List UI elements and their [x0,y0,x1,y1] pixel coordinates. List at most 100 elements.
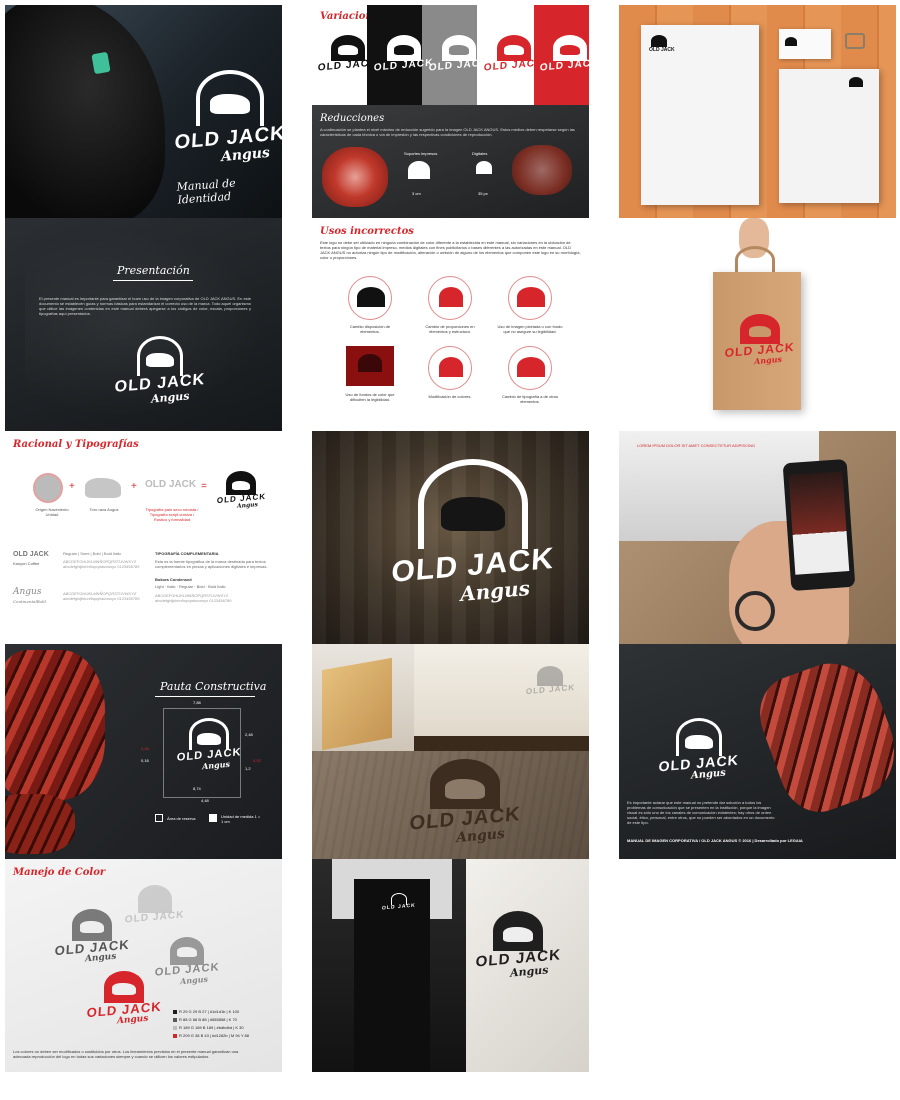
color-heading: Manejo de Color [13,867,106,878]
ear-tag [91,51,111,75]
legend-2: Unidad de medida 1 = 1 cm [221,814,261,824]
origin-circle [33,473,63,503]
measure-1: 7,88 [193,700,201,705]
business-card [779,29,831,59]
envelope [779,69,879,203]
equals: = [201,481,207,492]
construction-heading: Pauta Constructiva [160,680,267,693]
rationale-logo: OLD JACK Angus [217,471,266,510]
cloth-panel: OLD JACK Angus [466,859,589,1072]
comp-font: Bokora Condensed [155,577,192,582]
swatch-3: R 189 G 189 B 189 | #bdbdbd | K 30 [173,1025,244,1030]
apron-logo: OLD JACK [382,893,416,911]
construction-logo: OLD JACK Angus [176,718,242,771]
variation-logo-4: OLD JACK [483,35,544,74]
reductions-steak [322,147,388,207]
variation-logo-2: OLD JACK [373,35,434,74]
rationale-item-1: Origen Nacimiento Unidad [35,507,69,517]
legend-1: Área de reserva [167,816,196,821]
measure-6: 0,02 [253,758,261,763]
measure-4: 0,18 [141,758,149,763]
color-logo-gray-large: OLD JACK Angus [54,909,130,964]
bracelet [735,591,775,631]
bull-gray [85,478,121,498]
apron-panel: OLD JACK [312,859,466,1072]
reductions-steak-2 [512,145,572,195]
window-logo: OLD JACK Angus [390,459,555,606]
tablecloth-logo: OLD JACK [526,666,575,696]
steak-photo-2 [5,794,75,854]
incorrect-item-6 [508,346,552,390]
bag-logo: OLD JACK Angus [724,314,795,366]
stationery-panel: OLD JACK [619,5,896,218]
rationale-item-2: Toro raza Angus [89,507,119,512]
closing-logo: OLD JACK Angus [658,718,739,782]
plus-2: + [131,481,137,492]
swatch-4: R 209 G 38 B 43 | #d1262b | M 94 Y 88 [173,1033,249,1038]
phone-panel: LOREM IPSUM DOLOR SIT AMET CONSECTETUR A… [619,431,896,644]
presentation-heading: Presentación [117,264,190,277]
color-logo-light-1: OLD JACK [124,885,185,926]
variations-panel: Variaciones OLD JACK OLD JACK OLD JACK O… [312,5,589,105]
knifeblock-panel [312,644,414,751]
font2-name: ContinentalBold [13,599,46,604]
color-note: Los colores no deben ser modificados o s… [13,1049,239,1059]
cloth-logo: OLD JACK Angus [475,911,561,980]
steak-photo [5,650,105,800]
comp-heading: TIPOGRAFÍA COMPLEMENTARIA [155,551,219,556]
plus-1: + [69,481,75,492]
window-panel: OLD JACK Angus [312,431,589,644]
tablecloth-panel: OLD JACK [414,644,589,751]
cover-title: Manual de Identidad [176,176,237,207]
cover-logo: OLD JACK Angus [174,70,282,166]
smartphone [782,458,856,592]
measure-2: 2,48 [245,732,253,737]
print-label: Soportes impresos [404,151,438,156]
color-panel: Manejo de Color OLD JACK Angus OLD JACK … [5,859,282,1072]
print-size: 3 cm [412,191,421,196]
variation-logo-3: OLD JACK [428,35,489,74]
tablecloth-table [414,736,589,751]
digital-size: 35 px [478,191,488,196]
construction-panel: Pauta Constructiva OLD JACK Angus 7,88 2… [5,644,282,859]
bag-handle [735,246,775,274]
variation-logo-1: OLD JACK [317,35,378,74]
reductions-heading: Reducciones [320,113,385,124]
font1-name: OLD JACK [13,551,49,558]
phone-screen [788,471,850,575]
presentation-logo: OLD JACK Angus [114,336,206,406]
comp-body: Esta es la fuente tipográfica de la marc… [155,559,268,569]
bag-panel: OLD JACK Angus [619,218,896,431]
incorrect-item-1 [348,276,392,320]
font2-alphabet: ABCDEFGHIJKLMNÑOPQRSTUVWXYZ abcdefghijkl… [63,591,140,601]
measure-5: 1,2 [245,766,251,771]
font1-sample: Regular | Semi | Bold | Bold Italic [63,551,122,556]
bull-photo [5,5,165,218]
measure-8: 4,48 [201,798,209,803]
presentation-body: El presente manual es importante para ga… [39,296,251,316]
measure-7: 8,74 [193,786,201,791]
incorrect-panel: Usos incorrectos Este logo no debe ser u… [312,218,589,431]
presentation-panel: Presentación El presente manual es impor… [5,218,282,431]
font1-alphabet: ABCDEFGHIJKLMNÑOPQRSTUVWXYZ abcdefghijkl… [63,559,140,569]
color-logo-red: OLD JACK Angus [86,971,162,1026]
bag: OLD JACK Angus [713,272,801,410]
legend-box-2 [209,814,217,822]
swatch-1: R 29 G 29 B 27 | #1d1d1b | K 100 [173,1009,239,1014]
incorrect-item-2 [428,276,472,320]
digital-logo [476,161,492,174]
closing-panel: OLD JACK Angus Es importante aclarar que… [619,644,896,859]
closing-steak [748,649,896,823]
reductions-body: A continuación se plantea el nivel máxim… [320,127,575,137]
incorrect-heading: Usos incorrectos [320,226,414,237]
logo-subtitle: Angus [220,144,271,166]
rationale-wordmark: OLD JACK [145,479,197,490]
wood-panel: OLD JACK Angus [312,751,589,859]
presentation-underline [113,280,193,281]
digital-label: Digitales [472,151,488,156]
comp-weights: Light · Italic · Regular · Bold · Bold I… [155,584,226,589]
incorrect-body: Este logo no debe ser utilizado en ningu… [320,240,581,260]
binder-clip [845,33,865,49]
incorrect-item-5 [428,346,472,390]
reductions-panel: Reducciones A continuación se plantea el… [312,105,589,218]
